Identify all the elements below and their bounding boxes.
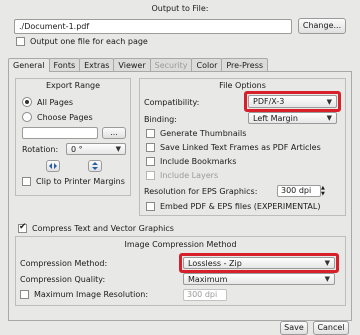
output-to-file-title: Output to File: [151, 4, 209, 13]
save-linked-frames-row[interactable]: Save Linked Text Frames as PDF Articles [146, 143, 321, 152]
flip-vertical-icon[interactable] [88, 160, 102, 172]
one-file-per-page-row[interactable]: Output one file for each page [16, 37, 148, 46]
generate-thumbnails-row[interactable]: Generate Thumbnails [146, 129, 246, 138]
rotation-value: 0 ° [71, 144, 83, 154]
include-bookmarks-label: Include Bookmarks [160, 157, 237, 166]
choose-pages-input[interactable] [22, 127, 98, 139]
cancel-button[interactable]: Cancel [313, 321, 349, 335]
binding-value: Left Margin [253, 113, 298, 123]
output-file-path-field[interactable]: ./Document-1.pdf [14, 19, 292, 34]
include-bookmarks-row[interactable]: Include Bookmarks [146, 157, 236, 166]
embed-pdf-eps-row[interactable]: Embed PDF & EPS files (EXPERIMENTAL) [146, 202, 320, 211]
tab-color[interactable]: Color [191, 58, 223, 72]
chevron-down-icon: ▼ [115, 145, 121, 153]
export-range-title: Export Range [45, 81, 101, 90]
include-layers-label: Include Layers [160, 171, 219, 180]
image-compression-title: Image Compression Method [124, 240, 237, 249]
all-pages-option[interactable]: All Pages [22, 97, 73, 107]
rotation-select[interactable]: 0 ° ▼ [66, 143, 126, 155]
clip-to-margins-row[interactable]: Clip to Printer Margins [22, 177, 125, 186]
tab-viewer[interactable]: Viewer [113, 58, 151, 72]
chevron-down-icon: ▼ [326, 114, 332, 122]
max-image-resolution-row[interactable]: Maximum Image Resolution: [20, 290, 148, 299]
tab-security: Security [149, 58, 193, 72]
include-layers-checkbox [146, 171, 155, 180]
tab-extras[interactable]: Extras [79, 58, 115, 72]
file-options-title: File Options [219, 81, 266, 90]
save-button[interactable]: Save [280, 321, 308, 335]
generate-thumbnails-label: Generate Thumbnails [160, 129, 247, 138]
eps-resolution-stepper[interactable]: ▲ ▼ [321, 185, 329, 197]
binding-label: Binding: [144, 115, 177, 124]
compress-text-label: Compress Text and Vector Graphics [32, 224, 174, 233]
browse-pages-button[interactable]: ... [102, 127, 126, 139]
compression-quality-value: Maximum [188, 274, 228, 284]
embed-pdf-eps-label: Embed PDF & EPS files (EXPERIMENTAL) [160, 202, 321, 211]
compatibility-highlight [244, 91, 341, 112]
binding-select[interactable]: Left Margin ▼ [248, 112, 337, 124]
compression-method-label: Compression Method: [20, 259, 108, 268]
choose-pages-radio[interactable] [22, 112, 32, 122]
chevron-down-icon: ▼ [324, 275, 330, 283]
options-tabbar: General Fonts Extras Viewer Security Col… [8, 58, 269, 72]
eps-resolution-label: Resolution for EPS Graphics: [144, 187, 258, 196]
rotation-label: Rotation: [22, 145, 59, 154]
generate-thumbnails-checkbox[interactable] [146, 129, 155, 138]
compression-method-highlight [179, 253, 339, 273]
choose-pages-label: Choose Pages [37, 112, 93, 122]
tab-fonts[interactable]: Fonts [48, 58, 81, 72]
eps-resolution-field[interactable]: 300 dpi [277, 185, 321, 197]
all-pages-label: All Pages [37, 97, 73, 107]
chevron-down-icon[interactable]: ▼ [321, 191, 329, 197]
max-image-resolution-field: 300 dpi [183, 289, 227, 301]
one-file-per-page-checkbox[interactable] [16, 37, 25, 46]
compatibility-label: Compatibility: [144, 98, 200, 107]
embed-pdf-eps-checkbox[interactable] [146, 202, 155, 211]
compression-quality-select[interactable]: Maximum ▼ [183, 273, 335, 285]
tab-pre-press[interactable]: Pre-Press [221, 58, 269, 72]
choose-pages-option[interactable]: Choose Pages [22, 112, 93, 122]
flip-horizontal-icon[interactable] [46, 160, 60, 172]
one-file-per-page-label: Output one file for each page [30, 37, 148, 46]
include-layers-row: Include Layers [146, 171, 218, 180]
tab-general[interactable]: General [8, 58, 50, 72]
max-image-resolution-label: Maximum Image Resolution: [34, 290, 149, 299]
change-button[interactable]: Change... [298, 18, 346, 34]
save-linked-frames-checkbox[interactable] [146, 143, 155, 152]
compression-quality-label: Compression Quality: [20, 275, 106, 284]
compress-text-checkbox[interactable] [18, 222, 27, 233]
all-pages-radio[interactable] [22, 97, 32, 107]
clip-to-margins-label: Clip to Printer Margins [36, 177, 125, 186]
clip-to-margins-checkbox[interactable] [22, 177, 31, 186]
compress-text-row[interactable]: Compress Text and Vector Graphics [18, 222, 174, 233]
max-image-resolution-checkbox[interactable] [20, 290, 29, 299]
save-linked-frames-label: Save Linked Text Frames as PDF Articles [160, 143, 321, 152]
include-bookmarks-checkbox[interactable] [146, 157, 155, 166]
